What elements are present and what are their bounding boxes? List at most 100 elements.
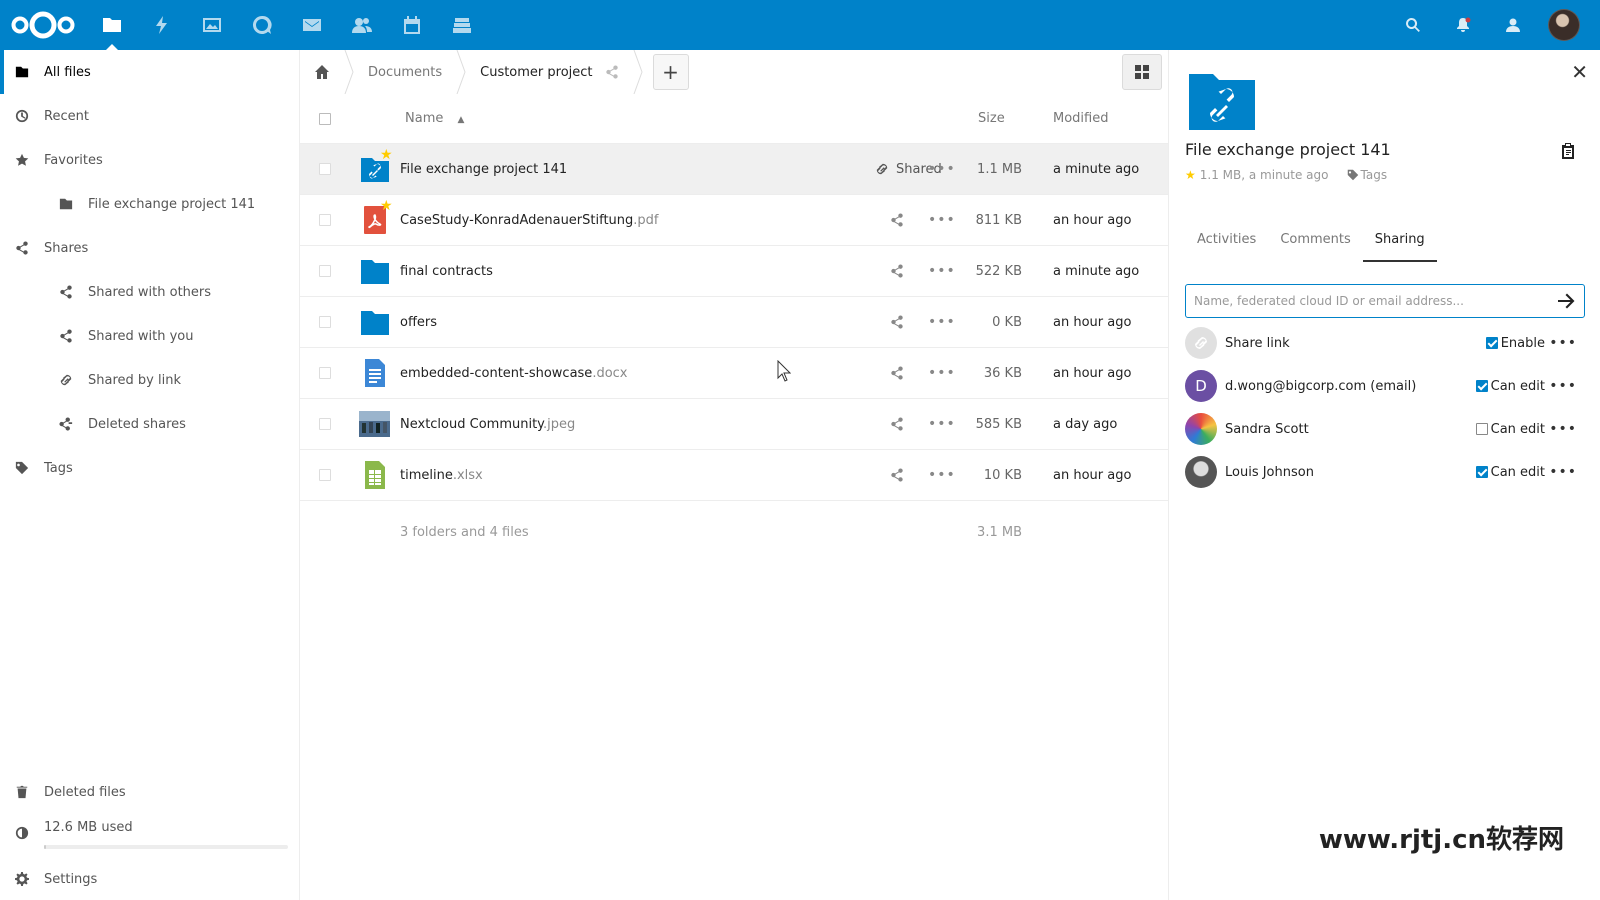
row-checkbox[interactable] xyxy=(319,163,331,175)
contacts-app-icon[interactable] xyxy=(337,0,387,50)
nav-shared-with-you[interactable]: Shared with you xyxy=(0,314,299,358)
activity-app-icon[interactable] xyxy=(137,0,187,50)
nav-label: Deleted shares xyxy=(88,416,186,432)
breadcrumb-customer-project[interactable]: Customer project xyxy=(466,50,632,94)
more-actions-icon[interactable]: ••• xyxy=(1549,378,1577,394)
row-checkbox[interactable] xyxy=(319,316,331,328)
breadcrumb-documents[interactable]: Documents xyxy=(354,50,456,94)
nav-all-files[interactable]: All files xyxy=(0,50,299,94)
tab-sharing[interactable]: Sharing xyxy=(1362,220,1437,262)
file-name[interactable]: timeline.xlsx xyxy=(400,468,483,483)
table-row[interactable]: offers ••• 0 KB an hour ago xyxy=(300,297,1168,348)
share-icon[interactable] xyxy=(890,315,904,329)
can-edit-checkbox[interactable]: Can edit xyxy=(1475,422,1545,437)
more-actions-icon[interactable]: ••• xyxy=(928,161,956,177)
tab-activities[interactable]: Activities xyxy=(1185,220,1268,262)
share-icon[interactable] xyxy=(890,366,904,380)
table-row[interactable]: timeline.xlsx ••• 10 KB an hour ago xyxy=(300,450,1168,501)
file-name[interactable]: final contracts xyxy=(400,264,493,279)
gallery-app-icon[interactable] xyxy=(187,0,237,50)
more-actions-icon[interactable]: ••• xyxy=(1549,335,1577,351)
close-icon[interactable]: ✕ xyxy=(1571,60,1588,84)
nav-shares[interactable]: Shares xyxy=(0,226,299,270)
can-edit-checkbox[interactable]: Can edit xyxy=(1475,465,1545,480)
can-edit-checkbox[interactable]: Can edit xyxy=(1475,379,1545,394)
more-actions-icon[interactable]: ••• xyxy=(928,365,956,381)
enable-link-checkbox[interactable]: Enable xyxy=(1485,336,1545,351)
mail-app-icon[interactable] xyxy=(287,0,337,50)
nav-favorites[interactable]: Favorites xyxy=(0,138,299,182)
file-name[interactable]: offers xyxy=(400,315,437,330)
tags-button[interactable]: Tags xyxy=(1347,168,1387,182)
nav-recent[interactable]: Recent xyxy=(0,94,299,138)
select-all-checkbox[interactable] xyxy=(319,113,331,125)
home-icon xyxy=(315,65,329,79)
file-list-summary: 3 folders and 4 files 3.1 MB xyxy=(300,501,1168,561)
row-checkbox[interactable] xyxy=(319,367,331,379)
breadcrumb-home[interactable] xyxy=(300,50,344,94)
link-icon xyxy=(44,373,88,387)
avatar-initial: D xyxy=(1195,377,1207,395)
calendar-app-icon[interactable] xyxy=(387,0,437,50)
share-search-input[interactable] xyxy=(1185,284,1585,318)
column-label: Name xyxy=(405,111,444,126)
table-row[interactable]: ★ CaseStudy-KonradAdenauerStiftung.pdf •… xyxy=(300,195,1168,246)
share-icon[interactable] xyxy=(890,264,904,278)
table-row[interactable]: embedded-content-showcase.docx ••• 36 KB… xyxy=(300,348,1168,399)
nav-tags[interactable]: Tags xyxy=(0,446,299,490)
table-row[interactable]: final contracts ••• 522 KB a minute ago xyxy=(300,246,1168,297)
more-actions-icon[interactable]: ••• xyxy=(928,467,956,483)
quota-bar xyxy=(44,845,288,849)
share-name: d.wong@bigcorp.com (email) xyxy=(1225,378,1417,394)
column-modified[interactable]: Modified xyxy=(1053,111,1108,126)
contacts-menu-icon[interactable] xyxy=(1488,0,1538,50)
favorite-star-icon[interactable]: ★ xyxy=(380,198,393,214)
search-icon[interactable] xyxy=(1388,0,1438,50)
nextcloud-logo-icon[interactable] xyxy=(10,9,76,41)
nav-label: File exchange project 141 xyxy=(88,196,256,212)
clipboard-icon[interactable] xyxy=(1560,142,1576,160)
nav-deleted-files[interactable]: Deleted files xyxy=(0,772,300,812)
file-name[interactable]: File exchange project 141 xyxy=(400,162,567,177)
deck-app-icon[interactable] xyxy=(437,0,487,50)
row-checkbox[interactable] xyxy=(319,265,331,277)
column-name[interactable]: Name ▲ xyxy=(405,111,464,126)
file-name[interactable]: CaseStudy-KonradAdenauerStiftung.pdf xyxy=(400,213,659,228)
notifications-icon[interactable] xyxy=(1438,0,1488,50)
file-size: 36 KB xyxy=(983,365,1022,381)
nav-deleted-shares[interactable]: Deleted shares xyxy=(0,402,299,446)
more-actions-icon[interactable]: ••• xyxy=(928,212,956,228)
nav-favorite-file-exchange[interactable]: File exchange project 141 xyxy=(0,182,299,226)
tab-comments[interactable]: Comments xyxy=(1268,220,1362,262)
favorite-star-icon[interactable]: ★ xyxy=(1185,168,1196,182)
grid-view-toggle[interactable] xyxy=(1122,54,1162,90)
nav-shared-by-link[interactable]: Shared by link xyxy=(0,358,299,402)
more-actions-icon[interactable]: ••• xyxy=(928,416,956,432)
row-checkbox[interactable] xyxy=(319,214,331,226)
share-icon[interactable] xyxy=(890,213,904,227)
arrow-right-icon[interactable] xyxy=(1557,292,1575,310)
column-size[interactable]: Size xyxy=(978,111,1005,126)
share-icon[interactable] xyxy=(890,417,904,431)
files-app-icon[interactable] xyxy=(87,0,137,50)
row-checkbox[interactable] xyxy=(319,469,331,481)
file-name[interactable]: Nextcloud Community.jpeg xyxy=(400,417,575,432)
user-avatar[interactable] xyxy=(1548,9,1580,41)
more-actions-icon[interactable]: ••• xyxy=(928,263,956,279)
share-icon[interactable] xyxy=(890,468,904,482)
more-actions-icon[interactable]: ••• xyxy=(928,314,956,330)
talk-app-icon[interactable] xyxy=(237,0,287,50)
file-name[interactable]: embedded-content-showcase.docx xyxy=(400,366,628,381)
nav-shared-with-others[interactable]: Shared with others xyxy=(0,270,299,314)
more-actions-icon[interactable]: ••• xyxy=(1549,421,1577,437)
more-actions-icon[interactable]: ••• xyxy=(1549,464,1577,480)
file-basename: final contracts xyxy=(400,263,493,279)
row-checkbox[interactable] xyxy=(319,418,331,430)
link-avatar-icon xyxy=(1185,327,1217,359)
favorite-star-icon[interactable]: ★ xyxy=(380,147,393,163)
share-icon[interactable] xyxy=(605,65,619,79)
table-row[interactable]: ★ File exchange project 141 Shared ••• 1… xyxy=(300,144,1168,195)
nav-settings[interactable]: Settings xyxy=(0,858,300,900)
table-row[interactable]: Nextcloud Community.jpeg ••• 585 KB a da… xyxy=(300,399,1168,450)
new-button[interactable]: + xyxy=(652,54,689,90)
